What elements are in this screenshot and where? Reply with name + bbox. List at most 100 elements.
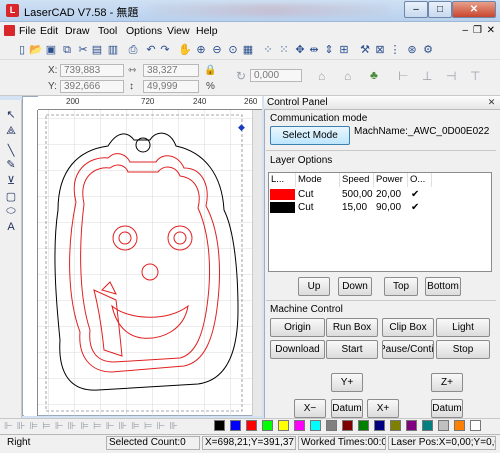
layer-bottom-button[interactable]: Bottom [425,277,461,296]
datum-button[interactable]: Datum [331,399,363,418]
palette-swatch[interactable] [326,420,337,431]
print-icon[interactable]: ⎙ [126,43,140,57]
top-align-icon[interactable]: ⊤ [470,69,480,83]
mdi-minimize-icon[interactable]: – [462,25,468,36]
column-speed[interactable]: Speed [340,173,374,187]
palette-swatch[interactable] [214,420,225,431]
undo-icon[interactable]: ↶ [144,43,158,57]
cut-icon[interactable]: ✂ [76,43,90,57]
origin-button[interactable]: Origin [270,318,325,337]
palette-swatch[interactable] [470,420,481,431]
paste-special-icon[interactable]: ▥ [106,43,120,57]
close-panel-icon[interactable]: ✕ [486,97,497,108]
column-mode[interactable]: Mode [296,173,340,187]
palette-swatch[interactable] [262,420,273,431]
mdi-close-icon[interactable]: ✕ [487,25,495,36]
clip-box-button[interactable]: Clip Box [382,318,434,337]
height-field[interactable]: 49,999 [143,80,199,93]
device-settings-icon[interactable]: ⊛ [405,43,419,57]
redo-icon[interactable]: ↷ [158,43,172,57]
mirror-h-icon[interactable]: ⇹ [307,43,321,57]
zoom-page-icon[interactable]: ▦ [241,43,255,57]
minimize-button[interactable]: – [404,1,428,18]
layer-top-button[interactable]: Top [384,277,418,296]
right-align-icon[interactable]: ⊣ [446,69,456,83]
paste-icon[interactable]: ▤ [90,43,104,57]
ellipse-tool-icon[interactable]: ⬭ [4,204,18,218]
palette-swatch[interactable] [374,420,385,431]
shape-mirror-icon[interactable]: ⌂ [318,69,325,83]
palette-swatch[interactable] [246,420,257,431]
z-plus-button[interactable]: Z+ [431,373,463,392]
text-tool-icon[interactable]: A [4,220,18,234]
menu-options[interactable]: Options [126,25,162,37]
layer-power[interactable]: 20,00 [374,188,401,201]
maximize-button[interactable]: □ [428,1,452,18]
light-button[interactable]: Light [436,318,490,337]
vertical-scrollbar[interactable] [252,110,262,416]
menu-edit[interactable]: Edit [40,25,58,37]
left-align-icon[interactable]: ⊢ [398,69,408,83]
menu-help[interactable]: Help [196,25,218,37]
start-button[interactable]: Start [326,340,378,359]
palette-swatch[interactable] [310,420,321,431]
stop-button[interactable]: Stop [436,340,490,359]
save-icon[interactable]: ▣ [44,43,58,57]
y-position-field[interactable]: 392,666 [60,80,124,93]
x-minus-button[interactable]: X− [294,399,326,418]
layer-mode[interactable]: Cut [296,201,314,214]
mirror-v-icon[interactable]: ⇕ [322,43,336,57]
palette-swatch[interactable] [390,420,401,431]
menu-file[interactable]: File [19,25,36,37]
palette-swatch[interactable] [230,420,241,431]
align-icon[interactable]: ⊞ [337,43,351,57]
layer-output-checkbox[interactable]: ✔ [411,203,421,213]
node-tool-icon[interactable]: ⟁ [4,124,18,138]
y-plus-button[interactable]: Y+ [331,373,363,392]
close-button[interactable]: ✕ [452,1,496,18]
new-file-icon[interactable]: ▯ [15,43,29,57]
palette-swatch[interactable] [406,420,417,431]
layer-color-swatch[interactable] [270,202,295,213]
rotate-angle-field[interactable]: 0,000 [250,69,302,82]
zoom-in-icon[interactable]: ⊕ [194,43,208,57]
shape-flip-icon[interactable]: ⌂ [344,69,351,83]
zoom-out-icon[interactable]: ⊖ [210,43,224,57]
palette-swatch[interactable] [454,420,465,431]
menu-tool[interactable]: Tool [98,25,117,37]
column-power[interactable]: Power [374,173,408,187]
offset-icon[interactable]: ⊠ [373,43,387,57]
rotate-icon[interactable]: ↻ [236,69,246,83]
x-plus-button[interactable]: X+ [367,399,399,418]
column-layer[interactable]: L... [269,173,296,187]
layer-up-button[interactable]: Up [298,277,330,296]
palette-swatch[interactable] [438,420,449,431]
download-button[interactable]: Download [270,340,325,359]
width-field[interactable]: 38,327 [143,64,199,77]
layer-mode[interactable]: Cut [296,188,314,201]
open-file-icon[interactable]: 📂 [29,43,43,57]
center-align-icon[interactable]: ⊥ [422,69,432,83]
layer-color-swatch[interactable] [270,189,295,200]
palette-swatch[interactable] [422,420,433,431]
layer-speed[interactable]: 15,00 [340,201,367,214]
pause-continue-button[interactable]: Pause/Continue [382,340,434,359]
menu-draw[interactable]: Draw [65,25,90,37]
z-datum-button[interactable]: Datum [431,399,463,418]
layer-output-checkbox[interactable]: ✔ [411,190,421,200]
layer-power[interactable]: 90,00 [374,201,401,214]
pan-icon[interactable]: ✋ [178,43,192,57]
group-icon[interactable]: ⁘ [261,43,275,57]
mdi-restore-icon[interactable]: ❐ [473,25,482,36]
pen-tool-icon[interactable]: ✎ [4,158,18,172]
array-icon[interactable]: ⋮ [388,43,402,57]
palette-swatch[interactable] [358,420,369,431]
zoom-select-icon[interactable]: ⊙ [226,43,240,57]
select-mode-button[interactable]: Select Mode [270,126,350,145]
weld-icon[interactable]: ⚒ [358,43,372,57]
column-output[interactable]: O... [408,173,432,187]
ungroup-icon[interactable]: ⁙ [277,43,291,57]
palette-swatch[interactable] [342,420,353,431]
menu-view[interactable]: View [167,25,190,37]
lock-ratio-icon[interactable]: 🔒 [204,65,216,76]
